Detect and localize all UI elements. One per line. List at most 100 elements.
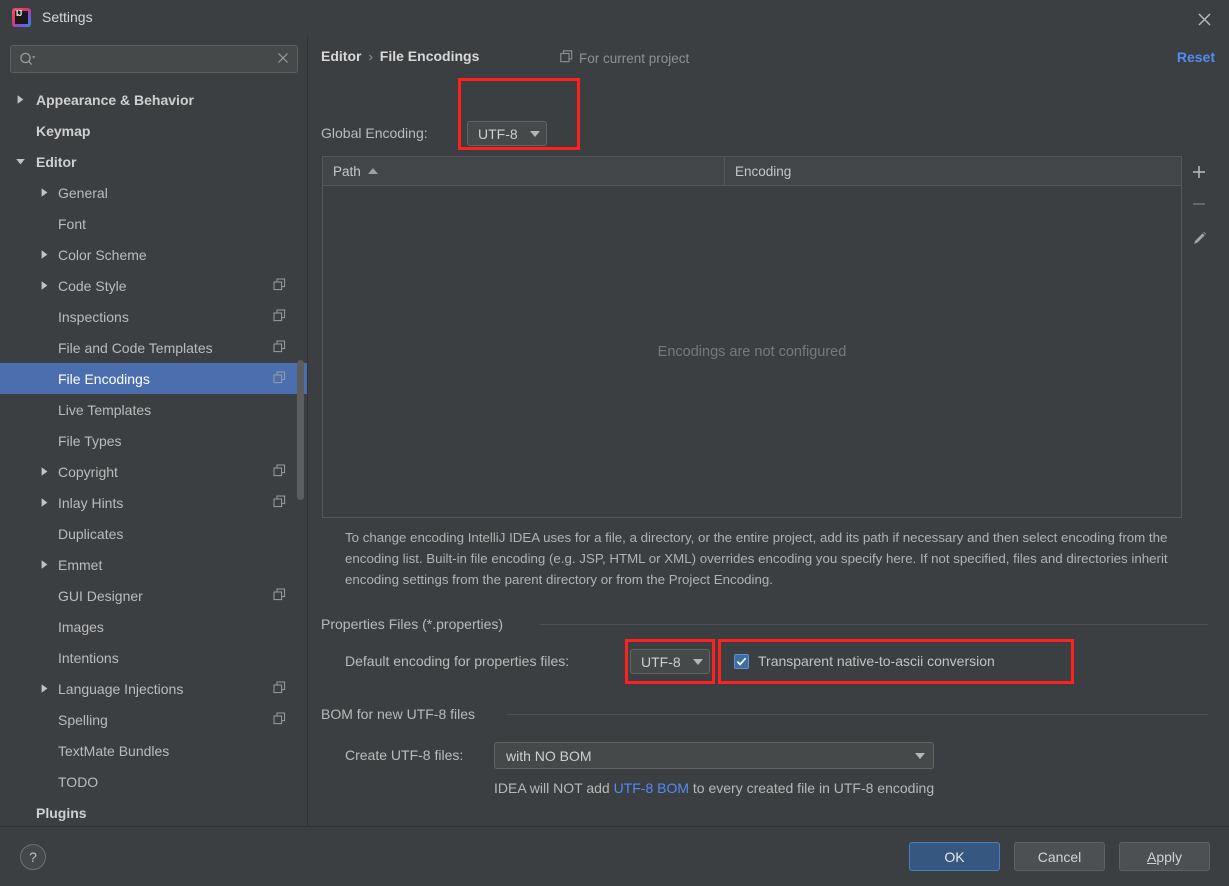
- sidebar-item-label: Color Scheme: [58, 246, 147, 263]
- breadcrumb-leaf: File Encodings: [379, 48, 480, 64]
- sidebar-item-label: Keymap: [36, 122, 91, 139]
- clear-icon[interactable]: [277, 52, 289, 67]
- add-icon[interactable]: [1184, 157, 1214, 187]
- sidebar-item-label: Inlay Hints: [58, 494, 124, 511]
- encodings-table: Path Encoding Encodings are not configur…: [322, 156, 1182, 518]
- chevron-right-icon[interactable]: [38, 280, 50, 292]
- sidebar-item-label: Live Templates: [58, 401, 152, 418]
- transparent-native-to-ascii-checkbox[interactable]: Transparent native-to-ascii conversion: [734, 653, 995, 669]
- sidebar-item-intentions[interactable]: Intentions: [0, 642, 307, 673]
- column-header-encoding[interactable]: Encoding: [725, 157, 1181, 185]
- project-scope-icon: [273, 495, 286, 508]
- chevron-right-icon[interactable]: [38, 497, 50, 509]
- properties-encoding-combo[interactable]: UTF-8: [630, 649, 710, 674]
- edit-icon[interactable]: [1184, 223, 1214, 253]
- apply-button[interactable]: Apply: [1119, 842, 1210, 871]
- search-field-wrapper: [10, 45, 298, 73]
- global-encoding-value: UTF-8: [478, 125, 518, 142]
- sidebar-item-editor[interactable]: Editor: [0, 146, 307, 177]
- sidebar-item-file-and-code-templates[interactable]: File and Code Templates: [0, 332, 307, 363]
- table-description: To change encoding IntelliJ IDEA uses fo…: [345, 530, 1168, 587]
- sidebar-item-font[interactable]: Font: [0, 208, 307, 239]
- sidebar-item-plugins[interactable]: Plugins: [0, 797, 307, 826]
- sidebar-item-keymap[interactable]: Keymap: [0, 115, 307, 146]
- table-toolbar: [1184, 157, 1220, 253]
- sidebar-item-copyright[interactable]: Copyright: [0, 456, 307, 487]
- sidebar-item-label: Language Injections: [58, 680, 184, 697]
- chevron-right-icon[interactable]: [38, 466, 50, 478]
- sidebar-item-general[interactable]: General: [0, 177, 307, 208]
- sidebar-scrollbar[interactable]: [297, 84, 304, 826]
- search-input-box[interactable]: [10, 45, 298, 73]
- project-scope-icon: [273, 278, 286, 291]
- cancel-button[interactable]: Cancel: [1014, 842, 1105, 871]
- apply-mnemonic: A: [1146, 848, 1157, 865]
- bom-note-prefix: IDEA will NOT add: [494, 780, 614, 796]
- project-scope-icon: [273, 712, 286, 725]
- breadcrumb-root[interactable]: Editor: [321, 48, 361, 64]
- chevron-down-icon: [530, 130, 540, 137]
- reset-link[interactable]: Reset: [1177, 49, 1215, 65]
- project-scope-icon: [560, 50, 573, 66]
- sidebar-item-duplicates[interactable]: Duplicates: [0, 518, 307, 549]
- chevron-right-icon[interactable]: [38, 559, 50, 571]
- column-header-path[interactable]: Path: [323, 157, 725, 185]
- bom-combo-value: with NO BOM: [506, 747, 592, 764]
- sidebar-item-color-scheme[interactable]: Color Scheme: [0, 239, 307, 270]
- sidebar-item-label: Editor: [36, 153, 77, 170]
- sidebar-item-label: Emmet: [58, 556, 103, 573]
- chevron-right-icon[interactable]: [38, 683, 50, 695]
- global-encoding-label: Global Encoding:: [321, 125, 428, 141]
- sort-ascending-icon: [367, 168, 378, 174]
- window-title: Settings: [42, 9, 93, 25]
- sidebar-item-inspections[interactable]: Inspections: [0, 301, 307, 332]
- properties-encoding-value: UTF-8: [641, 653, 681, 670]
- sidebar-item-todo[interactable]: TODO: [0, 766, 307, 797]
- ok-button[interactable]: OK: [909, 842, 1000, 871]
- properties-section-divider: [540, 624, 1208, 625]
- table-header-row: Path Encoding: [323, 157, 1181, 186]
- sidebar-item-appearance-behavior[interactable]: Appearance & Behavior: [0, 84, 307, 115]
- bom-combo[interactable]: with NO BOM: [494, 742, 934, 769]
- sidebar-scrollbar-thumb[interactable]: [297, 360, 304, 500]
- sidebar-item-label: General: [58, 184, 108, 201]
- sidebar-item-gui-designer[interactable]: GUI Designer: [0, 580, 307, 611]
- settings-tree: Appearance & Behavior Keymap Editor General…: [0, 84, 307, 826]
- remove-icon[interactable]: [1184, 189, 1214, 219]
- for-current-project-label: For current project: [579, 50, 690, 66]
- column-header-encoding-label: Encoding: [735, 163, 792, 179]
- sidebar-item-live-templates[interactable]: Live Templates: [0, 394, 307, 425]
- chevron-right-icon[interactable]: [38, 187, 50, 199]
- sidebar-item-images[interactable]: Images: [0, 611, 307, 642]
- project-scope-icon: [273, 371, 286, 384]
- project-scope-icon: [273, 340, 286, 353]
- sidebar-item-textmate-bundles[interactable]: TextMate Bundles: [0, 735, 307, 766]
- sidebar-item-language-injections[interactable]: Language Injections: [0, 673, 307, 704]
- breadcrumb-separator: ›: [368, 48, 373, 64]
- apply-rest: pply: [1156, 848, 1183, 865]
- sidebar-item-spelling[interactable]: Spelling: [0, 704, 307, 735]
- utf8-bom-link[interactable]: UTF-8 BOM: [614, 780, 689, 796]
- sidebar-item-label: Intentions: [58, 649, 119, 666]
- search-icon: [19, 52, 36, 70]
- sidebar-item-label: File Encodings: [58, 370, 150, 387]
- sidebar-item-emmet[interactable]: Emmet: [0, 549, 307, 580]
- sidebar-item-label: TODO: [58, 773, 99, 790]
- help-button[interactable]: ?: [20, 844, 46, 870]
- close-icon[interactable]: [1191, 6, 1217, 32]
- settings-dialog: Settings: [0, 0, 1229, 886]
- column-header-path-label: Path: [333, 163, 361, 179]
- global-encoding-combo[interactable]: UTF-8: [467, 121, 547, 146]
- search-input[interactable]: [43, 46, 267, 72]
- checkbox-checked-icon[interactable]: [734, 653, 749, 669]
- settings-sidebar: Appearance & Behavior Keymap Editor General…: [0, 36, 308, 826]
- project-scope-icon: [273, 309, 286, 322]
- sidebar-item-file-types[interactable]: File Types: [0, 425, 307, 456]
- chevron-right-icon[interactable]: [14, 94, 26, 106]
- sidebar-item-code-style[interactable]: Code Style: [0, 270, 307, 301]
- chevron-right-icon[interactable]: [38, 249, 50, 261]
- chevron-down-icon[interactable]: [14, 156, 26, 168]
- sidebar-item-file-encodings[interactable]: File Encodings: [0, 363, 307, 394]
- sidebar-item-inlay-hints[interactable]: Inlay Hints: [0, 487, 307, 518]
- sidebar-item-label: Font: [58, 215, 87, 232]
